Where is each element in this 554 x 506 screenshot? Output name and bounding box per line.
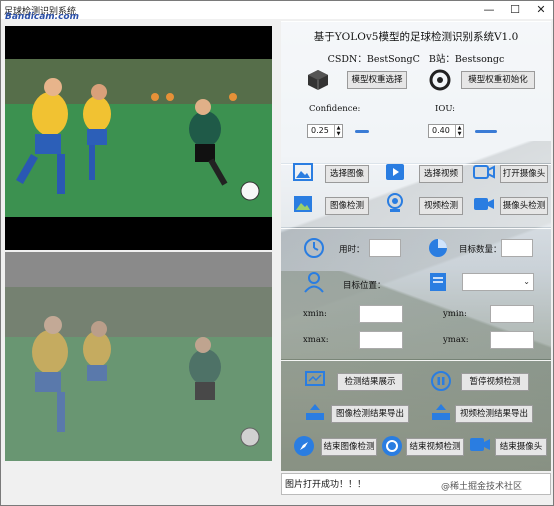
camera-off-icon bbox=[470, 438, 490, 451]
confidence-value: 0.25 bbox=[311, 126, 329, 135]
export-image-button[interactable]: 图像检测结果导出 bbox=[331, 405, 409, 423]
end-image-button[interactable]: 结束图像检测 bbox=[321, 438, 377, 456]
maximize-button[interactable]: ☐ bbox=[503, 1, 527, 19]
soccer-photo bbox=[5, 59, 272, 217]
clock-icon bbox=[304, 238, 324, 258]
compass-icon bbox=[294, 436, 314, 456]
pie-chart-icon bbox=[429, 239, 447, 257]
cube-icon bbox=[308, 70, 328, 90]
upload-icon bbox=[306, 404, 324, 420]
image-detect-button[interactable]: 图像检测 bbox=[325, 197, 369, 215]
xmax-label: xmax: bbox=[303, 335, 329, 345]
select-image-button[interactable]: 选择图像 bbox=[325, 165, 369, 183]
result-scene-graphic bbox=[5, 287, 272, 461]
title-bar: 足球检测识别系统 — ☐ ✕ bbox=[1, 1, 553, 19]
result-image-view bbox=[5, 252, 272, 461]
pause-video-button[interactable]: 暂停视频检测 bbox=[461, 373, 529, 391]
xmax-field[interactable] bbox=[359, 331, 403, 349]
app-window: 足球检测识别系统 — ☐ ✕ Bandicam.com 基于YOLOv5模型的足… bbox=[0, 0, 554, 506]
xmin-field[interactable] bbox=[359, 305, 403, 323]
init-weights-button[interactable]: 模型权重初始化 bbox=[461, 71, 535, 89]
webcam-icon bbox=[387, 193, 403, 212]
select-weights-button[interactable]: 模型权重选择 bbox=[347, 71, 407, 89]
result-photo bbox=[5, 287, 272, 461]
video-icon bbox=[386, 164, 404, 180]
chevron-down-icon: ⌄ bbox=[523, 277, 530, 286]
recorder-watermark: Bandicam.com bbox=[5, 12, 79, 22]
pause-icon bbox=[431, 371, 451, 391]
export-icon bbox=[432, 404, 450, 420]
camera-detect-button[interactable]: 摄像头检测 bbox=[500, 197, 548, 215]
export-video-button[interactable]: 视频检测结果导出 bbox=[455, 405, 533, 423]
source-watermark: @稀土掘金技术社区 bbox=[441, 482, 523, 492]
ymin-label: ymin: bbox=[443, 309, 467, 319]
ymax-field[interactable] bbox=[490, 331, 534, 349]
ymin-field[interactable] bbox=[490, 305, 534, 323]
select-video-button[interactable]: 选择视频 bbox=[419, 165, 463, 183]
iou-value: 0.40 bbox=[432, 126, 450, 135]
close-camera-button[interactable]: 结束摄像头 bbox=[495, 438, 547, 456]
xmin-label: xmin: bbox=[303, 309, 327, 319]
time-label: 用时： bbox=[339, 245, 365, 255]
spin-arrows-icon[interactable]: ▲ ▼ bbox=[455, 125, 463, 137]
soccer-scene-graphic bbox=[5, 59, 272, 217]
target-select[interactable]: ⌄ bbox=[462, 273, 534, 291]
status-message: 图片打开成功！！！ bbox=[285, 480, 367, 490]
camera-detect-icon bbox=[474, 198, 494, 210]
control-panel: 基于YOLOv5模型的足球检测识别系统V1.0 CSDN：BestSongC B… bbox=[281, 21, 551, 471]
monitor-icon bbox=[305, 371, 325, 386]
time-value-field[interactable] bbox=[369, 239, 401, 257]
author-info: CSDN：BestSongC B站：Bestsongc bbox=[281, 51, 551, 65]
count-value-field[interactable] bbox=[501, 239, 533, 257]
image-icon bbox=[293, 163, 313, 181]
count-label: 目标数量： bbox=[459, 245, 502, 255]
show-result-button[interactable]: 检测结果展示 bbox=[337, 373, 403, 391]
image-detect-icon bbox=[294, 196, 312, 212]
original-image-view bbox=[5, 26, 272, 250]
camera-icon bbox=[473, 165, 495, 179]
position-label: 目标位置： bbox=[343, 281, 386, 291]
confidence-slider[interactable] bbox=[355, 130, 369, 133]
iou-label: IOU: bbox=[435, 104, 456, 114]
spin-arrows-icon[interactable]: ▲ ▼ bbox=[334, 125, 342, 137]
minimize-button[interactable]: — bbox=[477, 1, 501, 19]
csdn-label: CSDN：BestSongC bbox=[327, 54, 420, 65]
ymax-label: ymax: bbox=[443, 335, 469, 345]
user-icon bbox=[304, 272, 324, 293]
bilibili-label: B站：Bestsongc bbox=[428, 54, 505, 65]
video-detect-button[interactable]: 视频检测 bbox=[419, 197, 463, 215]
iou-slider[interactable] bbox=[475, 130, 497, 133]
document-icon bbox=[430, 273, 446, 291]
settings-icon bbox=[429, 69, 451, 91]
confidence-spinbox[interactable]: 0.25 ▲ ▼ bbox=[307, 124, 343, 138]
close-button[interactable]: ✕ bbox=[529, 1, 553, 19]
iou-spinbox[interactable]: 0.40 ▲ ▼ bbox=[428, 124, 464, 138]
end-video-button[interactable]: 结束视频检测 bbox=[406, 438, 464, 456]
app-heading: 基于YOLOv5模型的足球检测识别系统V1.0 bbox=[313, 31, 519, 43]
stop-icon bbox=[382, 436, 402, 456]
open-camera-button[interactable]: 打开摄像头 bbox=[500, 165, 548, 183]
confidence-label: Confidence: bbox=[309, 104, 361, 114]
